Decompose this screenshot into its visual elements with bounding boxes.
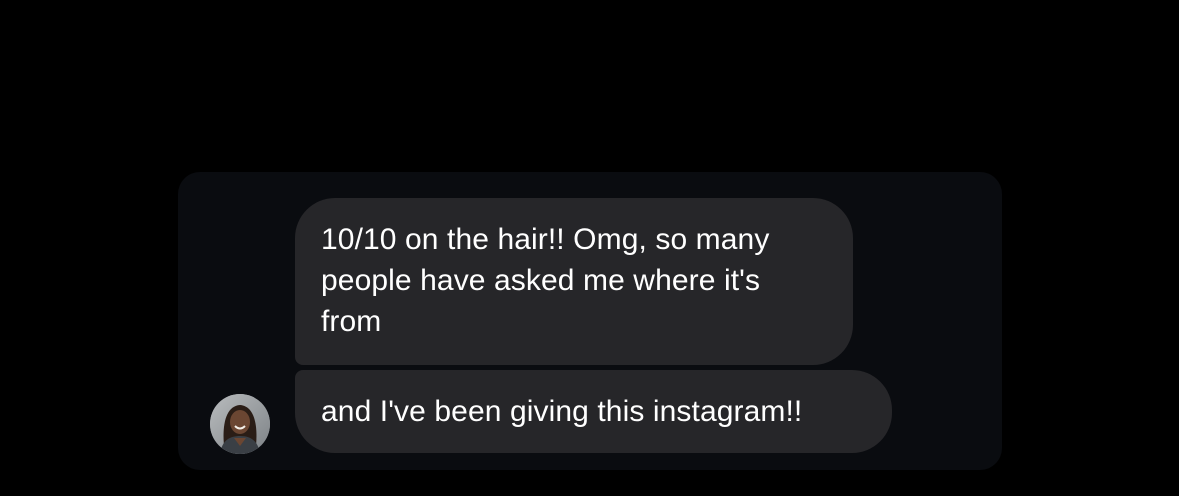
message-bubble[interactable]: 10/10 on the hair!! Omg, so many people …	[295, 198, 853, 365]
sender-avatar[interactable]	[210, 394, 270, 454]
message-bubble[interactable]: and I've been giving this instagram!!	[295, 370, 892, 453]
screen: 10/10 on the hair!! Omg, so many people …	[0, 0, 1179, 496]
message-text: 10/10 on the hair!! Omg, so many people …	[321, 223, 770, 338]
avatar-photo-icon	[210, 394, 270, 454]
message-text: and I've been giving this instagram!!	[321, 395, 803, 428]
